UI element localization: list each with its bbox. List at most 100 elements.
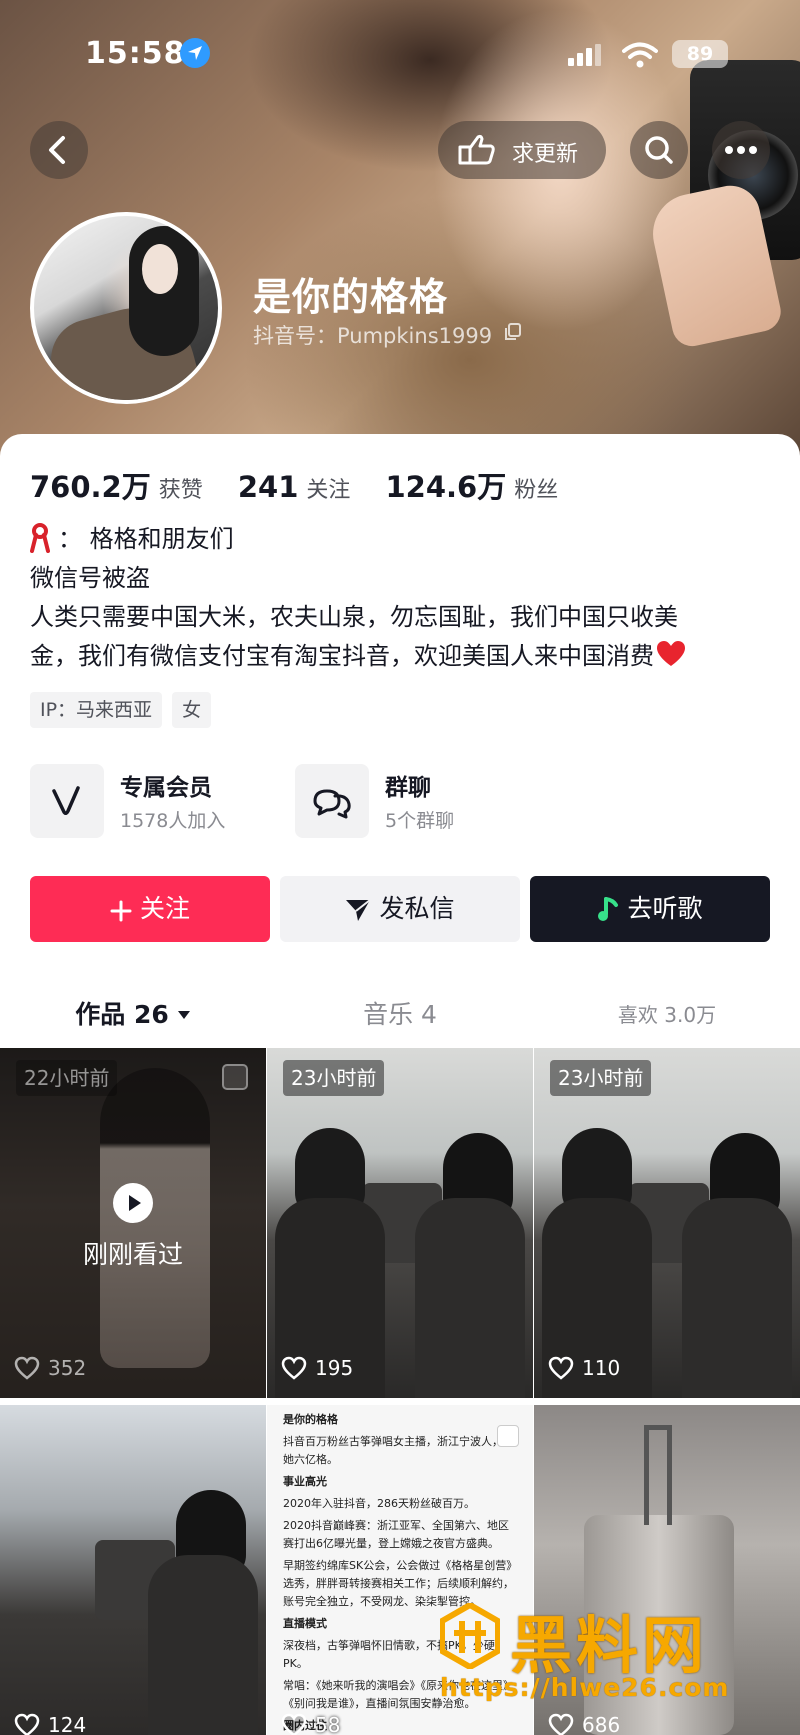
tab-music[interactable]: 音乐 4: [266, 974, 534, 1056]
bio-text: ： 格格和朋友们: [58, 525, 234, 553]
exclusive-membership-entry[interactable]: 专属会员 1578人加入: [30, 764, 270, 840]
membership-title: 专属会员: [120, 775, 212, 801]
stat-label: 粉丝: [514, 478, 559, 503]
heart-outline-icon: [281, 1356, 307, 1380]
like-count-value: 352: [48, 1356, 87, 1380]
plus-icon: [110, 900, 132, 922]
stat-likes[interactable]: 760.2万 获赞: [30, 464, 203, 506]
bio-text: 金，我们有微信支付宝有淘宝抖音，欢迎美国人来中国消费: [30, 642, 654, 670]
video-thumbnail[interactable]: 23小时前 195: [267, 1048, 533, 1398]
heart-outline-icon: [548, 1356, 574, 1380]
douyin-id: 抖音号：Pumpkins1999: [253, 324, 493, 348]
like-count-value: 58: [315, 1713, 341, 1735]
profile-bio: ： 格格和朋友们 微信号被盗 人类只需要中国大米，农夫山泉，勿忘国耻，我们中国只…: [30, 520, 775, 676]
like-count-value: 124: [48, 1713, 87, 1735]
chat-bubbles-icon: [313, 789, 351, 819]
location-arrow-icon: [180, 38, 210, 68]
profile-stats: 760.2万 获赞 241 关注 124.6万 粉丝: [30, 464, 588, 504]
music-note-icon: [598, 897, 619, 921]
watermark-url: https://hlwe26.com: [440, 1673, 730, 1702]
tab-works[interactable]: 作品 26: [0, 974, 266, 1056]
ip-location-tag: IP：马来西亚: [30, 692, 163, 728]
recently-viewed-overlay: 刚刚看过: [0, 1183, 266, 1271]
time-badge: 23小时前: [550, 1060, 652, 1096]
more-dots-icon: [725, 146, 757, 154]
back-button[interactable]: [30, 121, 88, 179]
send-message-button[interactable]: 发私信: [280, 876, 520, 942]
video-thumbnail[interactable]: 22小时前 刚刚看过 352: [0, 1048, 266, 1398]
time-badge: 23小时前: [283, 1060, 385, 1096]
paper-plane-icon: [346, 899, 372, 921]
bio-line: 微信号被盗: [30, 564, 150, 592]
tab-music-label: 音乐 4: [363, 1000, 437, 1029]
time-badge: 22小时前: [16, 1060, 118, 1096]
video-like-count: 686: [548, 1713, 620, 1735]
listen-music-label: 去听歌: [627, 894, 703, 923]
heart-outline-icon: [548, 1713, 574, 1735]
profile-tags: IP：马来西亚女: [30, 692, 221, 728]
status-bar: 15:58 89: [0, 0, 800, 100]
caret-down-icon: [177, 1011, 190, 1019]
like-count-value: 195: [315, 1356, 354, 1380]
site-watermark: 黑料网 https://hlwe26.com: [439, 1595, 760, 1715]
request-update-button[interactable]: 求更新: [438, 121, 606, 179]
group-chat-title: 群聊: [385, 775, 431, 801]
search-icon: [645, 136, 673, 164]
stat-value: 760.2万: [30, 470, 151, 504]
bio-line: 人类只需要中国大米，农夫山泉，勿忘国耻，我们中国只收美: [30, 603, 678, 631]
group-chat-count: 5个群聊: [385, 810, 455, 832]
request-update-label: 求更新: [512, 142, 579, 167]
heart-outline-icon: [281, 1713, 307, 1735]
play-icon: [113, 1183, 153, 1223]
copy-icon[interactable]: [504, 323, 522, 345]
chevron-left-icon: [49, 136, 65, 164]
v-membership-icon: [52, 786, 80, 816]
doc-heading: 事业高光: [283, 1475, 327, 1488]
tab-likes[interactable]: 喜欢 3.0万: [534, 974, 800, 1027]
video-like-count: 58: [281, 1713, 340, 1735]
follow-button[interactable]: 关注: [30, 876, 270, 942]
stat-value: 241: [237, 470, 299, 504]
wifi-icon: [622, 42, 658, 72]
more-options-button[interactable]: [712, 121, 770, 179]
video-thumbnail[interactable]: 23小时前 110: [534, 1048, 800, 1398]
doc-paragraph: 抖音百万粉丝古筝弹唱女主播，浙江宁波人，叫她六亿格。: [283, 1435, 514, 1466]
pointing-hand-icon: [456, 133, 496, 171]
avatar[interactable]: [30, 212, 222, 404]
group-chat-entry[interactable]: 群聊 5个群聊: [295, 764, 535, 840]
follow-label: 关注: [139, 894, 190, 923]
video-thumbnail[interactable]: 124: [0, 1405, 266, 1735]
group-chat-icon-box: [295, 764, 369, 838]
doc-paragraph: 2020抖音巅峰赛：浙江亚军、全国第六、地区赛打出6亿曝光量，登上嫦娥之夜官方盛…: [283, 1519, 509, 1550]
video-like-count: 352: [14, 1356, 86, 1386]
select-checkbox[interactable]: [222, 1064, 248, 1090]
like-count-value: 110: [582, 1356, 621, 1380]
search-button[interactable]: [630, 121, 688, 179]
video-like-count: 195: [281, 1356, 353, 1386]
stat-label: 获赞: [158, 478, 203, 503]
cellular-signal-icon: [568, 44, 602, 70]
select-checkbox[interactable]: [497, 1425, 519, 1447]
stat-label: 关注: [306, 478, 351, 503]
stat-following[interactable]: 241 关注: [238, 470, 351, 504]
profile-nickname: 是你的格格: [253, 275, 449, 319]
doc-title: 是你的格格: [283, 1413, 338, 1426]
profile-tabs: 作品 26 音乐 4 喜欢 3.0万: [0, 974, 800, 1056]
status-time: 15:58: [85, 36, 186, 71]
heart-outline-icon: [14, 1356, 40, 1380]
send-message-label: 发私信: [379, 894, 455, 923]
red-heart-emoji-icon: [657, 641, 685, 666]
membership-icon-box: [30, 764, 104, 838]
tab-works-label: 作品 26: [75, 1000, 169, 1029]
watermark-text: 黑料网: [510, 1609, 709, 1682]
bio-line: ： 格格和朋友们: [30, 520, 775, 559]
listen-music-button[interactable]: 去听歌: [530, 876, 770, 942]
red-ribbon-icon: [30, 523, 50, 553]
recently-viewed-label: 刚刚看过: [82, 1240, 183, 1269]
like-count-value: 686: [582, 1713, 621, 1735]
video-like-count: 110: [548, 1356, 620, 1386]
battery-indicator: 89: [672, 40, 728, 68]
doc-paragraph: 2020年入驻抖音，286天粉丝破百万。: [283, 1497, 475, 1510]
stat-followers[interactable]: 124.6万 粉丝: [386, 464, 559, 506]
tab-likes-label: 喜欢 3.0万: [617, 1003, 717, 1027]
